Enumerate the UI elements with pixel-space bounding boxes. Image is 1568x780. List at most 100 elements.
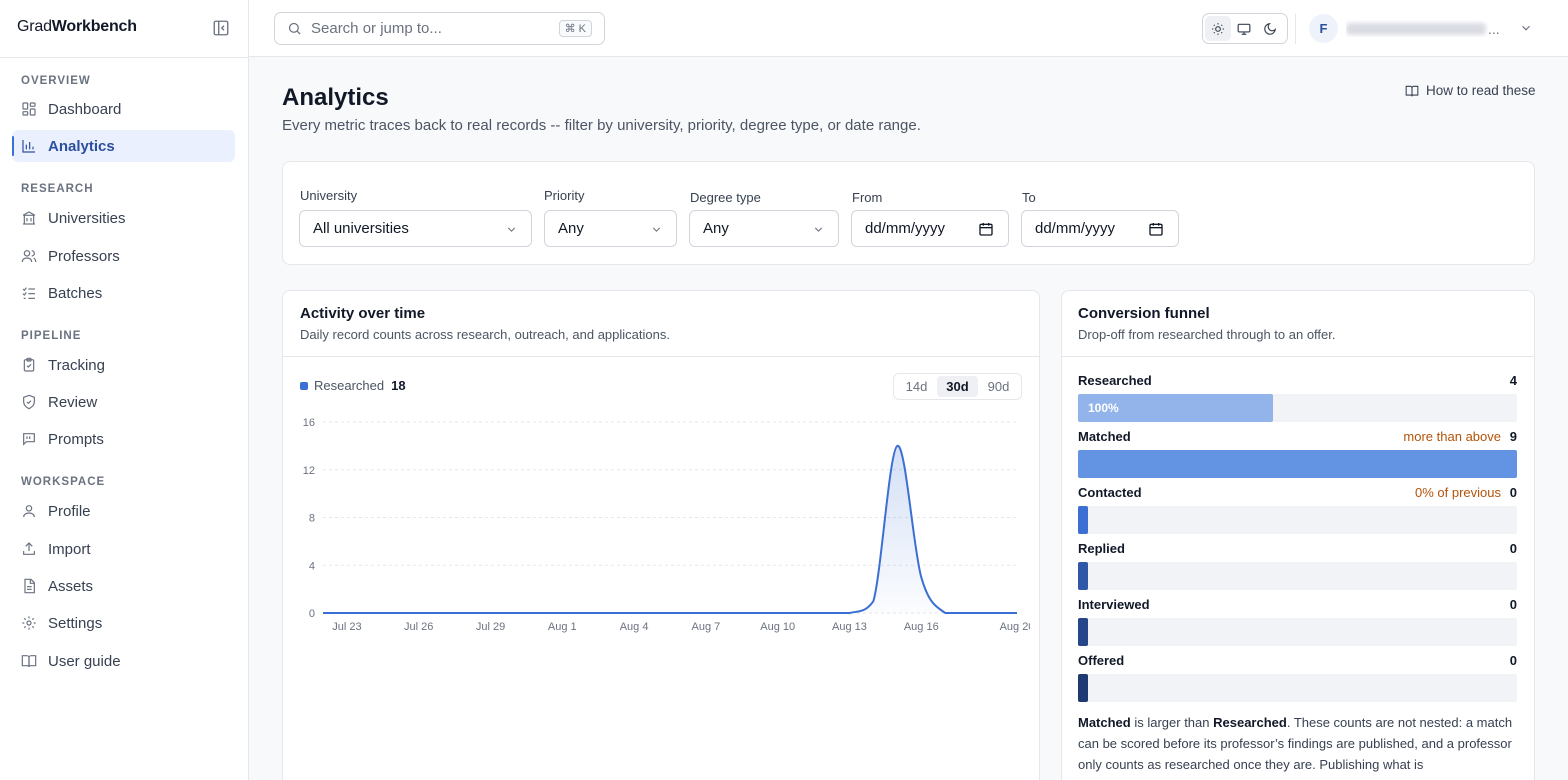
x-tick-label: Aug 20 (1000, 621, 1030, 633)
funnel-subtitle: Drop-off from researched through to an o… (1078, 327, 1336, 342)
from-date-input[interactable]: dd/mm/yyyy (851, 210, 1009, 247)
sidebar-item-import[interactable]: Import (12, 533, 235, 565)
funnel-bar-researched: 100% (1078, 394, 1274, 422)
funnel-bar-contacted (1078, 506, 1088, 534)
how-to-read-label: How to read these (1426, 83, 1536, 98)
theme-system-button[interactable] (1231, 16, 1257, 41)
funnel-track-interviewed (1078, 618, 1517, 646)
priority-label: Priority (544, 188, 585, 203)
to-date-input[interactable]: dd/mm/yyyy (1021, 210, 1179, 247)
search-input[interactable]: Search or jump to... ⌘ K (274, 12, 605, 45)
sidebar-item-label: Dashboard (48, 100, 122, 118)
sidebar-item-label: Universities (48, 209, 126, 227)
users-icon (21, 250, 37, 263)
from-label: From (852, 190, 883, 205)
funnel-count-offered: 0 (1509, 653, 1517, 668)
x-tick-label: Jul 26 (404, 621, 433, 633)
funnel-note-matched: more than above (1403, 429, 1501, 444)
sidebar-item-professors[interactable]: Professors (12, 240, 235, 272)
funnel-track-contacted (1078, 506, 1517, 534)
funnel-label-replied: Replied (1078, 541, 1125, 556)
sidebar-item-label: Import (48, 540, 91, 558)
sidebar-item-settings[interactable]: Settings (12, 607, 235, 639)
sidebar-collapse-icon[interactable] (212, 19, 230, 37)
card-divider (1062, 356, 1534, 357)
university-select[interactable]: All universities (299, 210, 532, 247)
university-label: University (300, 188, 358, 203)
x-tick-label: Aug 13 (832, 621, 867, 633)
sidebar-item-user-guide[interactable]: User guide (12, 645, 235, 677)
range-30d-button[interactable]: 30d (937, 376, 978, 397)
x-tick-label: Jul 29 (476, 621, 505, 633)
account-email[interactable]: ... (1346, 20, 1501, 37)
book-icon (1405, 85, 1419, 96)
sidebar-item-review[interactable]: Review (12, 386, 235, 418)
sidebar-item-label: Professors (48, 247, 120, 265)
funnel-explanation: Matched is larger than Researched. These… (1078, 715, 1513, 772)
y-tick-label: 12 (303, 465, 315, 477)
page-title: Analytics (282, 84, 389, 111)
range-toggle: 14d 30d 90d (893, 373, 1022, 400)
x-tick-label: Jul 23 (332, 621, 361, 633)
topbar-divider (1295, 14, 1296, 44)
chevron-down-icon[interactable] (1519, 21, 1533, 35)
analytics-icon (22, 140, 35, 153)
sidebar-item-analytics[interactable]: Analytics (12, 130, 235, 162)
shield-icon (23, 394, 35, 410)
activity-subtitle: Daily record counts across research, out… (300, 327, 670, 342)
theme-switcher (1202, 13, 1288, 44)
degree-type-label: Degree type (690, 190, 761, 205)
sidebar: GradWorkbench OVERVIEW Dashboard Analyti… (0, 0, 249, 780)
book-icon (21, 655, 37, 668)
y-tick-label: 4 (309, 560, 315, 572)
how-to-read-link[interactable]: How to read these (1405, 83, 1536, 98)
chevron-down-icon (652, 227, 661, 232)
sidebar-item-dashboard[interactable]: Dashboard (12, 93, 235, 125)
range-90d-button[interactable]: 90d (978, 376, 1019, 397)
theme-light-button[interactable] (1205, 16, 1231, 41)
x-tick-label: Aug 16 (904, 621, 939, 633)
search-shortcut: ⌘ K (558, 20, 592, 37)
sidebar-item-universities[interactable]: Universities (12, 202, 235, 234)
calendar-icon[interactable] (978, 221, 994, 237)
funnel-track-matched (1078, 450, 1517, 478)
funnel-bar-offered (1078, 674, 1088, 702)
funnel-track-replied (1078, 562, 1517, 590)
sidebar-item-profile[interactable]: Profile (12, 495, 235, 527)
brand-logo[interactable]: GradWorkbench (17, 18, 137, 36)
funnel-label-interviewed: Interviewed (1078, 597, 1150, 612)
avatar[interactable]: F (1309, 14, 1338, 43)
funnel-track-offered (1078, 674, 1517, 702)
legend-label: Researched (314, 378, 385, 393)
theme-dark-button[interactable] (1257, 16, 1283, 41)
priority-value: Any (558, 220, 584, 237)
card-divider (283, 356, 1039, 357)
sidebar-item-label: Review (48, 393, 98, 411)
sidebar-item-label: Assets (48, 577, 94, 595)
message-icon (23, 433, 35, 446)
file-icon (24, 578, 35, 594)
university-icon (22, 211, 36, 225)
degree-type-select[interactable]: Any (689, 210, 839, 247)
legend-swatch (300, 381, 308, 390)
priority-select[interactable]: Any (544, 210, 677, 247)
range-14d-button[interactable]: 14d (896, 376, 937, 397)
search-icon (288, 22, 301, 35)
chart-legend: Researched 18 (300, 378, 406, 393)
funnel-count-researched: 4 (1509, 373, 1517, 388)
sidebar-item-assets[interactable]: Assets (12, 570, 235, 602)
sidebar-item-batches[interactable]: Batches (12, 277, 235, 309)
sidebar-item-label: Analytics (48, 137, 115, 155)
funnel-bar-interviewed (1078, 618, 1088, 646)
legend-total: 18 (391, 378, 406, 393)
section-pipeline: PIPELINE (21, 330, 82, 342)
sidebar-item-label: Prompts (48, 430, 104, 448)
chevron-down-icon (814, 227, 823, 232)
funnel-track-researched: 100% (1078, 394, 1517, 422)
sidebar-item-prompts[interactable]: Prompts (12, 423, 235, 455)
calendar-icon[interactable] (1148, 221, 1164, 237)
funnel-label-offered: Offered (1078, 653, 1125, 668)
sidebar-item-tracking[interactable]: Tracking (12, 349, 235, 381)
sidebar-divider (0, 57, 249, 58)
upload-icon (23, 542, 35, 555)
